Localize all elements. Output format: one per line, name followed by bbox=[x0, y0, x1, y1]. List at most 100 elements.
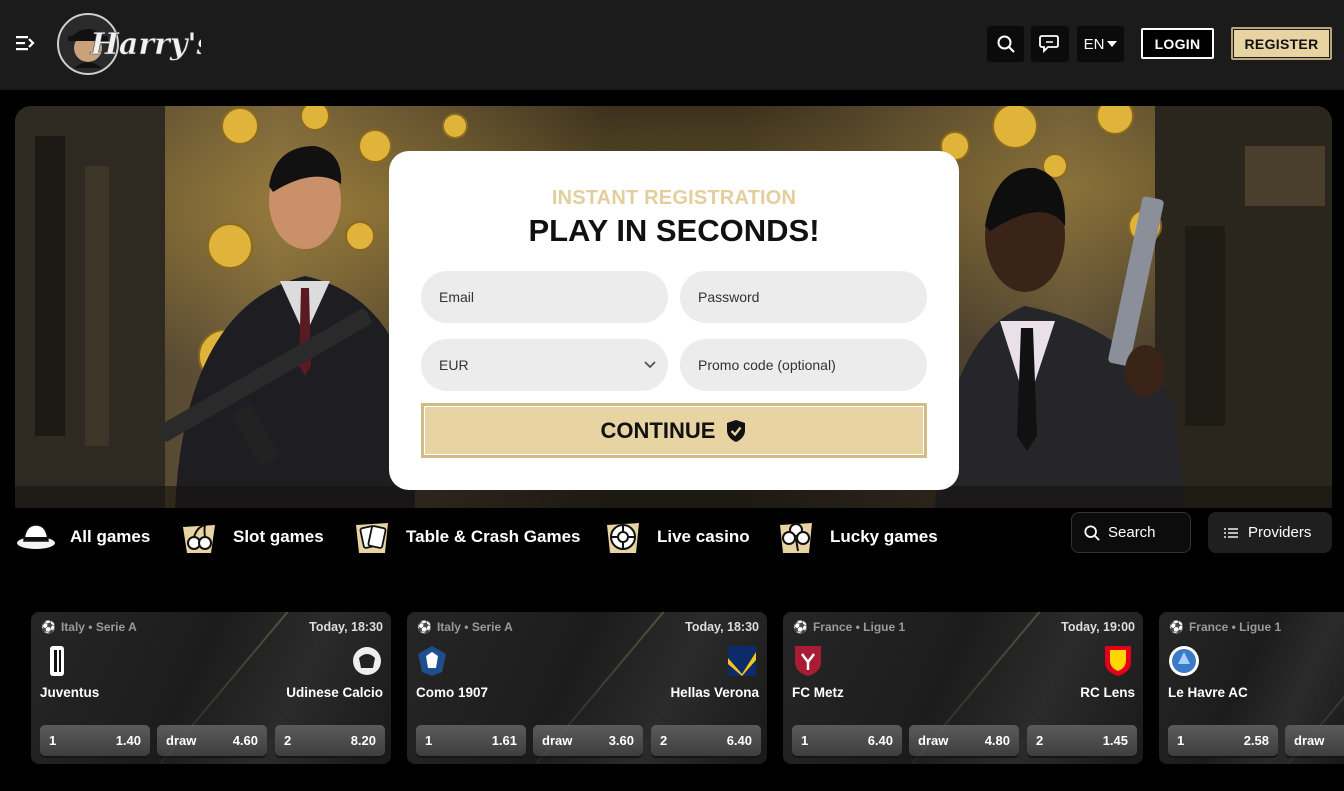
odds-home-button[interactable]: 1 1.40 bbox=[40, 725, 150, 756]
category-table-crash-games[interactable]: Table & Crash Games bbox=[352, 516, 580, 558]
password-placeholder: Password bbox=[698, 289, 760, 305]
match-card[interactable]: ⚽ Italy • Serie A Today, 18:30 Como 1907 … bbox=[407, 612, 767, 764]
league-label: ⚽ Italy • Serie A bbox=[41, 620, 137, 634]
fc-metz-crest-icon bbox=[795, 646, 821, 676]
home-team: Juventus bbox=[40, 685, 100, 700]
harrys-logo[interactable]: Harry's bbox=[56, 12, 201, 76]
site-header: Harry's EN LOGIN REGISTER bbox=[0, 0, 1344, 90]
game-search-input[interactable]: Search bbox=[1071, 512, 1191, 553]
providers-label: Providers bbox=[1248, 524, 1312, 541]
list-icon bbox=[1224, 527, 1238, 538]
chat-button[interactable] bbox=[1031, 26, 1069, 62]
providers-button[interactable]: Providers bbox=[1208, 512, 1332, 553]
away-team: Udinese Calcio bbox=[286, 685, 383, 700]
odds-home-button[interactable]: 1 2.58 bbox=[1168, 725, 1278, 756]
cards-icon bbox=[356, 523, 388, 553]
kickoff-time: Today, 18:30 bbox=[309, 620, 383, 634]
email-field[interactable]: Email bbox=[421, 271, 668, 323]
odds-label: 1 bbox=[49, 733, 57, 748]
currency-value: EUR bbox=[439, 357, 469, 373]
currency-select[interactable]: EUR bbox=[421, 339, 668, 391]
odds-value: 8.20 bbox=[350, 733, 376, 748]
odds-away-button[interactable]: 2 8.20 bbox=[275, 725, 385, 756]
right-character bbox=[935, 167, 1185, 508]
search-button[interactable] bbox=[987, 26, 1024, 62]
category-live-casino[interactable]: Live casino bbox=[603, 516, 750, 558]
league-label: ⚽ France • Ligue 1 bbox=[793, 620, 905, 634]
login-button[interactable]: LOGIN bbox=[1141, 28, 1214, 59]
menu-icon[interactable] bbox=[14, 34, 36, 52]
odds-label: draw bbox=[918, 733, 949, 748]
soccer-ball-icon: ⚽ bbox=[417, 620, 432, 634]
away-team: RC Lens bbox=[1080, 685, 1135, 700]
odds-home-button[interactable]: 1 1.61 bbox=[416, 725, 526, 756]
udinese-crest-icon bbox=[353, 647, 381, 675]
language-selector[interactable]: EN bbox=[1077, 26, 1124, 62]
odds-label: 1 bbox=[801, 733, 809, 748]
match-card[interactable]: ⚽ France • Ligue 1 Today, 19:00 FC Metz R… bbox=[783, 612, 1143, 764]
odds-value: 4.80 bbox=[984, 733, 1010, 748]
league-name: Italy • Serie A bbox=[436, 620, 513, 634]
cherries-icon bbox=[183, 524, 215, 553]
league-name: France • Ligue 1 bbox=[1188, 620, 1282, 634]
left-character bbox=[157, 146, 415, 508]
away-team: Hellas Verona bbox=[670, 685, 759, 700]
match-card[interactable]: ⚽ Italy • Serie A Today, 18:30 Juventus U… bbox=[31, 612, 391, 764]
password-field[interactable]: Password bbox=[680, 271, 927, 323]
odds-home-button[interactable]: 1 6.40 bbox=[792, 725, 902, 756]
odds-draw-button[interactable]: draw 4.80 bbox=[909, 725, 1019, 756]
league-label: ⚽ France • Ligue 1 bbox=[1169, 620, 1281, 634]
odds-label: draw bbox=[542, 733, 573, 748]
league-label: ⚽ Italy • Serie A bbox=[417, 620, 513, 634]
odds-draw-button[interactable]: draw bbox=[1285, 725, 1344, 756]
category-label: Lucky games bbox=[830, 527, 938, 546]
odds-label: 2 bbox=[660, 733, 668, 748]
le-havre-crest-icon bbox=[1169, 646, 1199, 676]
odds-label: draw bbox=[166, 733, 197, 748]
promo-placeholder: Promo code (optional) bbox=[698, 357, 836, 373]
category-label: Slot games bbox=[233, 527, 324, 546]
promo-code-field[interactable]: Promo code (optional) bbox=[680, 339, 927, 391]
clover-icon bbox=[780, 523, 812, 553]
search-icon bbox=[1084, 524, 1100, 541]
registration-title: PLAY IN SECONDS! bbox=[528, 213, 820, 248]
match-card[interactable]: ⚽ France • Ligue 1 Le Havre AC 1 2.58 draw bbox=[1159, 612, 1344, 764]
odds-draw-button[interactable]: draw 3.60 bbox=[533, 725, 643, 756]
odds-draw-button[interactable]: draw 4.60 bbox=[157, 725, 267, 756]
hellas-verona-crest-icon bbox=[728, 646, 756, 676]
odds-label: draw bbox=[1294, 733, 1325, 748]
odds-label: 2 bbox=[284, 733, 292, 748]
odds-value: 1.40 bbox=[115, 733, 141, 748]
svg-text:Harry's: Harry's bbox=[90, 27, 201, 62]
odds-value: 6.40 bbox=[726, 733, 752, 748]
registration-card: INSTANT REGISTRATION PLAY IN SECONDS! Em… bbox=[389, 151, 959, 490]
league-name: Italy • Serie A bbox=[60, 620, 137, 634]
league-name: France • Ligue 1 bbox=[812, 620, 906, 634]
category-slot-games[interactable]: Slot games bbox=[179, 516, 324, 558]
continue-button[interactable]: CONTINUE bbox=[421, 403, 927, 458]
category-lucky-games[interactable]: Lucky games bbox=[776, 516, 938, 558]
register-button[interactable]: REGISTER bbox=[1231, 27, 1332, 60]
home-team: Le Havre AC bbox=[1168, 685, 1248, 700]
chat-icon bbox=[1039, 35, 1059, 54]
odds-value: 1.61 bbox=[491, 733, 517, 748]
como-crest-icon bbox=[418, 646, 446, 676]
odds-value: 6.40 bbox=[867, 733, 893, 748]
odds-value: 3.60 bbox=[608, 733, 634, 748]
odds-away-button[interactable]: 2 6.40 bbox=[651, 725, 761, 756]
category-label: Live casino bbox=[657, 527, 750, 546]
roulette-icon bbox=[607, 523, 639, 553]
hat-icon bbox=[17, 524, 55, 549]
home-team: Como 1907 bbox=[416, 685, 489, 700]
odds-value: 4.60 bbox=[232, 733, 258, 748]
search-icon bbox=[997, 35, 1015, 53]
odds-value: 1.45 bbox=[1102, 733, 1128, 748]
odds-away-button[interactable]: 2 1.45 bbox=[1027, 725, 1137, 756]
category-all-games[interactable]: All games bbox=[16, 516, 150, 558]
rc-lens-crest-icon bbox=[1105, 646, 1131, 676]
chevron-down-icon bbox=[644, 361, 656, 369]
category-label: Table & Crash Games bbox=[406, 527, 581, 546]
continue-label: CONTINUE bbox=[600, 417, 716, 443]
odds-label: 2 bbox=[1036, 733, 1044, 748]
home-team: FC Metz bbox=[792, 685, 844, 700]
